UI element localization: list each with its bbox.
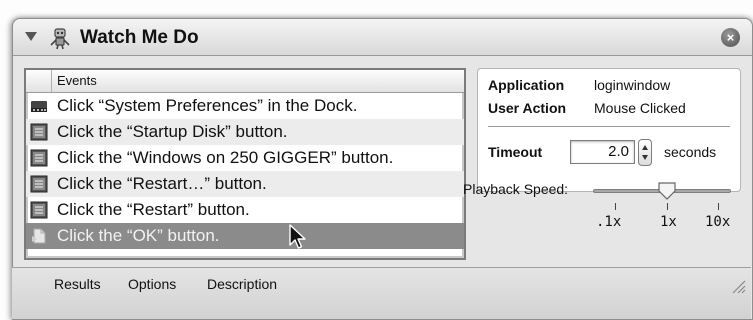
slider-tick	[718, 203, 719, 210]
user-action-value: Mouse Clicked	[594, 100, 686, 116]
column-divider	[51, 70, 52, 92]
button-icon	[30, 123, 48, 141]
slider-tick	[667, 203, 668, 210]
row-label: Click the “OK” button.	[57, 226, 220, 245]
dock-icon	[31, 101, 47, 112]
slider-thumb[interactable]	[657, 181, 677, 201]
tick-label-fast: 10x	[705, 214, 731, 230]
stepper-up-icon[interactable]	[642, 145, 648, 150]
row-label: Click the “Restart…” button.	[57, 174, 267, 193]
row-label: Click the “Startup Disk” button.	[57, 122, 288, 141]
button-icon	[30, 201, 48, 219]
tick-label-normal: 1x	[660, 214, 677, 230]
document-icon	[32, 228, 46, 244]
table-row[interactable]: Click the “Windows on 250 GIGGER” button…	[26, 145, 464, 171]
row-label: Click the “Windows on 250 GIGGER” button…	[57, 148, 394, 167]
button-icon	[30, 175, 48, 193]
timeout-stepper[interactable]	[638, 139, 652, 166]
options-button[interactable]: Options	[128, 276, 176, 292]
action-header: Watch Me Do ×	[13, 19, 752, 56]
timeout-unit: seconds	[664, 144, 717, 160]
action-title: Watch Me Do	[80, 27, 199, 48]
mouse-pointer-icon	[289, 224, 306, 249]
application-value: loginwindow	[594, 77, 671, 93]
row-label: Click “System Preferences” in the Dock.	[57, 96, 358, 115]
stepper-down-icon[interactable]	[642, 155, 648, 160]
table-row-selected[interactable]: Click the “OK” button.	[26, 223, 464, 249]
robot-icon	[50, 28, 70, 50]
resize-grip-icon[interactable]	[728, 276, 746, 294]
application-label: Application	[488, 77, 565, 93]
table-row[interactable]: Click the “Startup Disk” button.	[26, 119, 464, 145]
events-table[interactable]: Events Click “System Preferences” in the…	[24, 68, 466, 260]
slider-tick	[615, 203, 616, 210]
table-row[interactable]: Click the “Restart” button.	[26, 197, 464, 223]
disclosure-triangle-icon[interactable]	[25, 32, 37, 41]
table-row[interactable]: Click “System Preferences” in the Dock.	[26, 93, 464, 119]
timeout-label: Timeout	[488, 144, 543, 160]
tick-label-slow: .1x	[596, 214, 622, 230]
details-divider	[488, 126, 730, 127]
table-row[interactable]: Click the “Restart…” button.	[26, 171, 464, 197]
close-icon[interactable]: ×	[721, 28, 740, 47]
playback-speed-label: Playback Speed:	[463, 181, 569, 197]
events-header-label: Events	[57, 73, 97, 88]
events-column-header[interactable]: Events	[26, 70, 464, 93]
user-action-label: User Action	[488, 100, 567, 116]
timeout-input[interactable]: 2.0	[570, 140, 635, 164]
row-label: Click the “Restart” button.	[57, 200, 250, 219]
button-icon	[30, 149, 48, 167]
description-button[interactable]: Description	[207, 276, 277, 292]
action-footer: Results Options Description	[12, 267, 751, 319]
results-button[interactable]: Results	[54, 276, 101, 292]
event-details-panel: Application loginwindow User Action Mous…	[477, 68, 741, 192]
